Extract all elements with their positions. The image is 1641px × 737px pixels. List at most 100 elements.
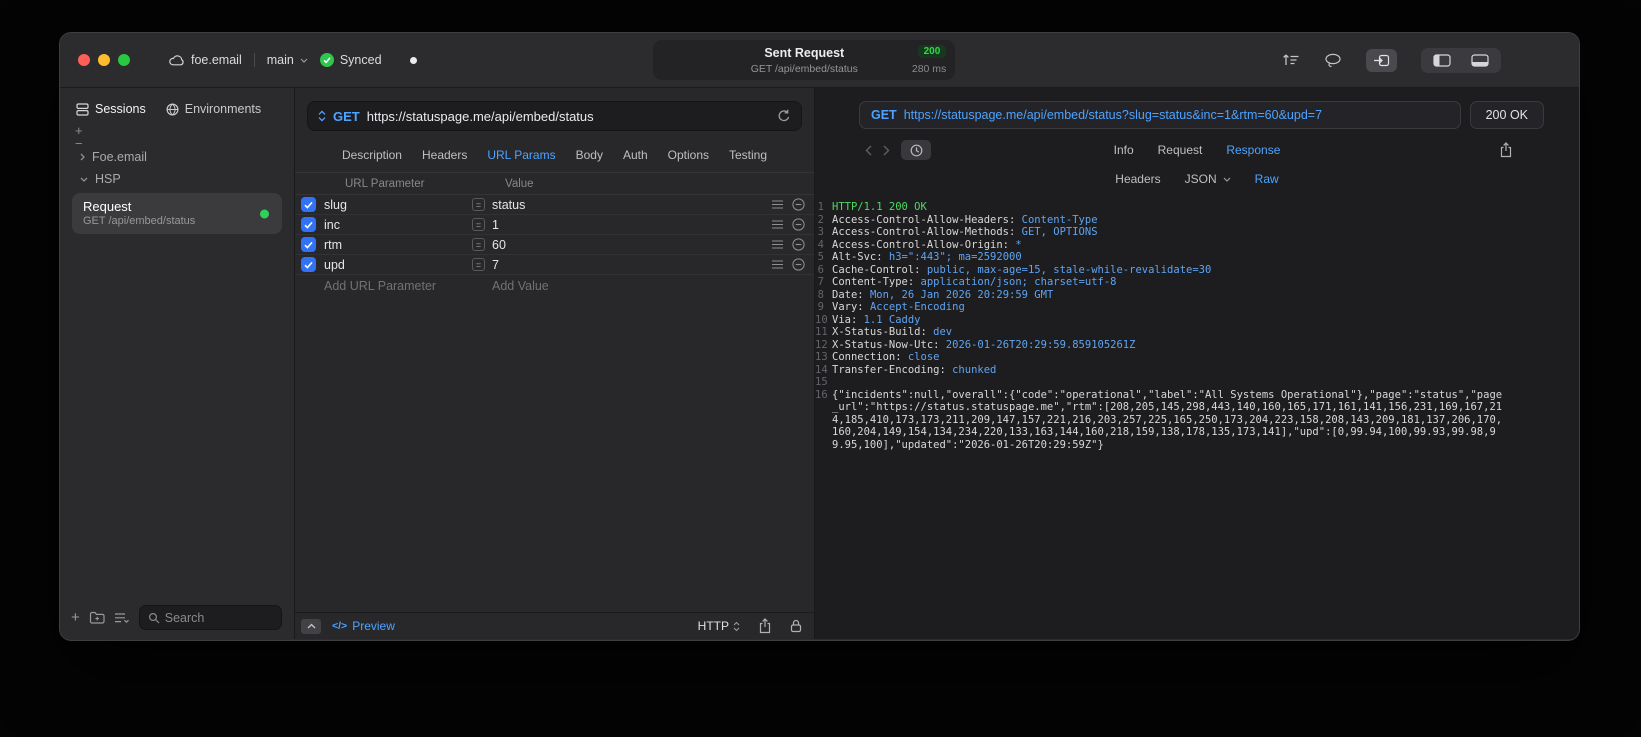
- sessions-icon: [76, 102, 89, 116]
- request-tab-options[interactable]: Options: [668, 148, 709, 162]
- request-footer: </> Preview HTTP: [295, 612, 814, 639]
- toggle-sidebar-icon[interactable]: [1433, 53, 1451, 67]
- list-options-icon[interactable]: [114, 612, 130, 624]
- request-tab-description[interactable]: Description: [342, 148, 402, 162]
- response-url-field[interactable]: GET https://statuspage.me/api/embed/stat…: [859, 101, 1461, 129]
- sidebar: Sessions Environments + − Foe.email HSP …: [60, 88, 295, 639]
- history-forward-icon[interactable]: [877, 144, 895, 156]
- param-name[interactable]: inc: [324, 218, 472, 232]
- fullscreen-window-button[interactable]: [118, 54, 130, 66]
- minimize-window-button[interactable]: [98, 54, 110, 66]
- share-icon[interactable]: [758, 618, 772, 634]
- param-value[interactable]: status: [492, 198, 525, 212]
- code-line: 13 Connection: close: [815, 351, 940, 363]
- close-window-button[interactable]: [78, 54, 90, 66]
- code-line: 12 X-Status-Now-Utc: 2026-01-26T20:29:59.…: [815, 338, 1136, 351]
- response-tab-info[interactable]: Info: [1114, 143, 1134, 157]
- add-param-name[interactable]: Add URL Parameter: [324, 279, 436, 293]
- code-line: 2 Access-Control-Allow-Headers: Content-T…: [817, 213, 1098, 226]
- request-url[interactable]: https://statuspage.me/api/embed/status: [367, 109, 594, 124]
- response-subtab-json[interactable]: JSON: [1185, 172, 1231, 186]
- export-share-icon[interactable]: [1499, 142, 1513, 158]
- remove-param-icon[interactable]: [792, 238, 805, 251]
- request-method[interactable]: GET: [333, 109, 360, 124]
- param-checkbox[interactable]: [301, 257, 316, 272]
- sort-filter-icon[interactable]: [1282, 53, 1300, 67]
- unsaved-indicator-dot: [409, 56, 417, 64]
- send-request-icon[interactable]: [777, 109, 791, 123]
- history-clock-icon[interactable]: [901, 140, 931, 160]
- param-value[interactable]: 1: [492, 218, 499, 232]
- request-tab-body[interactable]: Body: [576, 148, 603, 162]
- response-subtab-headers[interactable]: Headers: [1115, 172, 1160, 186]
- code-line: 14 Transfer-Encoding: chunked: [815, 363, 997, 376]
- remove-session-button[interactable]: −: [75, 137, 83, 150]
- cloud-icon: [168, 54, 185, 66]
- tree-group-label: Foe.email: [92, 150, 147, 164]
- response-subtab-raw[interactable]: Raw: [1255, 172, 1279, 186]
- tab-sessions[interactable]: Sessions: [76, 102, 146, 116]
- method-dropdown-icon[interactable]: [318, 110, 326, 122]
- request-url-field[interactable]: GET https://statuspage.me/api/embed/stat…: [307, 101, 802, 131]
- history-back-icon[interactable]: [859, 144, 877, 156]
- sync-status[interactable]: Synced: [319, 53, 382, 67]
- remove-param-icon[interactable]: [792, 218, 805, 231]
- branch-selector[interactable]: main: [267, 53, 308, 67]
- add-request-button[interactable]: +: [71, 610, 80, 625]
- lock-icon[interactable]: [790, 619, 802, 633]
- protocol-label: HTTP: [697, 619, 729, 633]
- tree-group-hsp[interactable]: HSP: [60, 168, 294, 190]
- param-value[interactable]: 60: [492, 238, 506, 252]
- reorder-handle-icon[interactable]: [772, 220, 783, 229]
- param-name[interactable]: upd: [324, 258, 472, 272]
- param-name[interactable]: rtm: [324, 238, 472, 252]
- reveal-panel-icon[interactable]: [301, 618, 321, 634]
- dock-panel-icon[interactable]: [1366, 48, 1397, 72]
- protocol-selector[interactable]: HTTP: [698, 619, 740, 633]
- param-checkbox[interactable]: [301, 197, 316, 212]
- search-input[interactable]: [164, 610, 273, 625]
- request-tab-headers[interactable]: Headers: [422, 148, 467, 162]
- code-line: 4 Access-Control-Allow-Origin: *: [817, 238, 1022, 251]
- sidebar-bottom-bar: +: [71, 605, 282, 630]
- toggle-bottom-panel-icon[interactable]: [1471, 53, 1489, 67]
- response-subtabs: Headers JSON Raw: [815, 160, 1579, 194]
- code-line: 8 Date: Mon, 26 Jan 2026 20:29:59 GMT: [817, 288, 1054, 301]
- tab-environments[interactable]: Environments: [166, 102, 261, 116]
- preview-button[interactable]: </> Preview: [332, 619, 395, 633]
- code-line: 5 Alt-Svc: h3=":443"; ma=2592000: [817, 251, 1022, 263]
- response-top-bar: GET https://statuspage.me/api/embed/stat…: [815, 88, 1579, 129]
- search-field[interactable]: [138, 605, 282, 630]
- new-folder-icon[interactable]: [89, 611, 105, 624]
- remove-param-icon[interactable]: [792, 258, 805, 271]
- response-tab-request[interactable]: Request: [1158, 143, 1203, 157]
- param-row-inc: inc = 1: [295, 215, 814, 235]
- reorder-handle-icon[interactable]: [772, 240, 783, 249]
- code-line: 6 Cache-Control: public, max-age=15, stal…: [817, 263, 1212, 276]
- param-checkbox[interactable]: [301, 217, 316, 232]
- reorder-handle-icon[interactable]: [772, 200, 783, 209]
- reorder-handle-icon[interactable]: [772, 260, 783, 269]
- remove-param-icon[interactable]: [792, 198, 805, 211]
- request-tab-url-params[interactable]: URL Params: [487, 148, 555, 162]
- preview-label: Preview: [352, 619, 395, 633]
- param-add-row: Add URL Parameter Add Value: [295, 275, 814, 296]
- param-value[interactable]: 7: [492, 258, 499, 272]
- response-tab-response[interactable]: Response: [1226, 143, 1280, 157]
- param-checkbox[interactable]: [301, 237, 316, 252]
- sent-request-summary[interactable]: Sent Request 200 GET /api/embed/status 2…: [653, 40, 956, 80]
- code-line: 9 Vary: Accept-Encoding: [817, 301, 965, 313]
- chevron-down-icon: [80, 177, 88, 182]
- tree-group-foe-email[interactable]: Foe.email: [60, 146, 294, 168]
- param-row-slug: slug = status: [295, 195, 814, 215]
- add-param-value[interactable]: Add Value: [492, 279, 549, 293]
- cloud-project-button[interactable]: foe.email: [168, 53, 242, 67]
- code-line: 1 HTTP/1.1 200 OK: [817, 201, 927, 213]
- lasso-icon[interactable]: [1324, 53, 1342, 68]
- request-list-item[interactable]: Request GET /api/embed/status: [72, 193, 282, 234]
- param-name[interactable]: slug: [324, 198, 472, 212]
- request-tab-auth[interactable]: Auth: [623, 148, 648, 162]
- response-code[interactable]: 1 HTTP/1.1 200 OK 2 Access-Control-Allow-He…: [815, 194, 1579, 451]
- sidebar-tree: Foe.email HSP Request GET /api/embed/sta…: [60, 146, 294, 234]
- request-tab-testing[interactable]: Testing: [729, 148, 767, 162]
